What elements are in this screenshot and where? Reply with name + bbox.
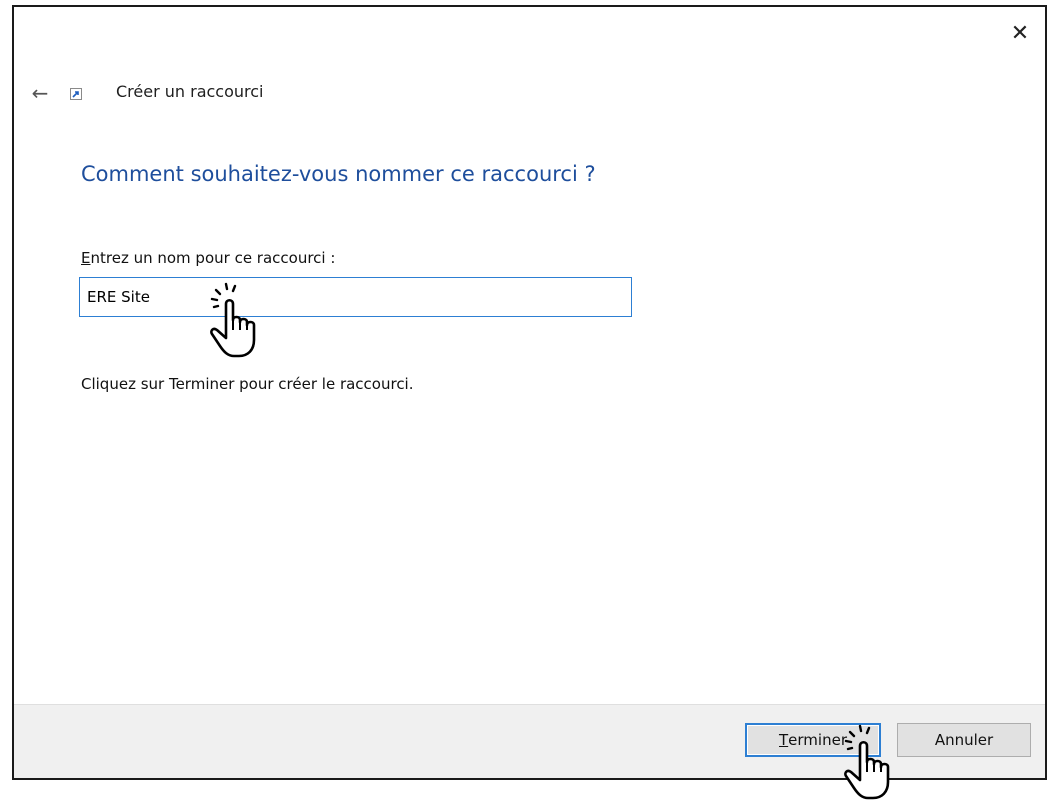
main-instruction: Comment souhaitez-vous nommer ce raccour…	[81, 162, 596, 186]
label-text: ntrez un nom pour ce raccourci :	[90, 249, 336, 267]
dialog-footer: Terminer Annuler	[14, 704, 1045, 778]
finish-label: erminer	[788, 731, 847, 749]
shortcut-icon	[70, 88, 82, 100]
finish-hint-text: Cliquez sur Terminer pour créer le racco…	[81, 375, 414, 393]
shortcut-name-label: Entrez un nom pour ce raccourci :	[81, 249, 335, 267]
wizard-title: Créer un raccourci	[116, 82, 264, 101]
back-arrow-icon: ←	[31, 81, 49, 105]
create-shortcut-dialog: ✕ ← Créer un raccourci Comment souhaitez…	[12, 5, 1047, 780]
finish-button[interactable]: Terminer	[745, 723, 881, 757]
cancel-button[interactable]: Annuler	[897, 723, 1031, 757]
finish-access-key: T	[779, 731, 789, 749]
close-icon: ✕	[1010, 21, 1030, 46]
shortcut-name-input[interactable]	[79, 277, 632, 317]
close-button[interactable]: ✕	[1005, 19, 1035, 49]
back-button[interactable]: ←	[28, 81, 52, 105]
